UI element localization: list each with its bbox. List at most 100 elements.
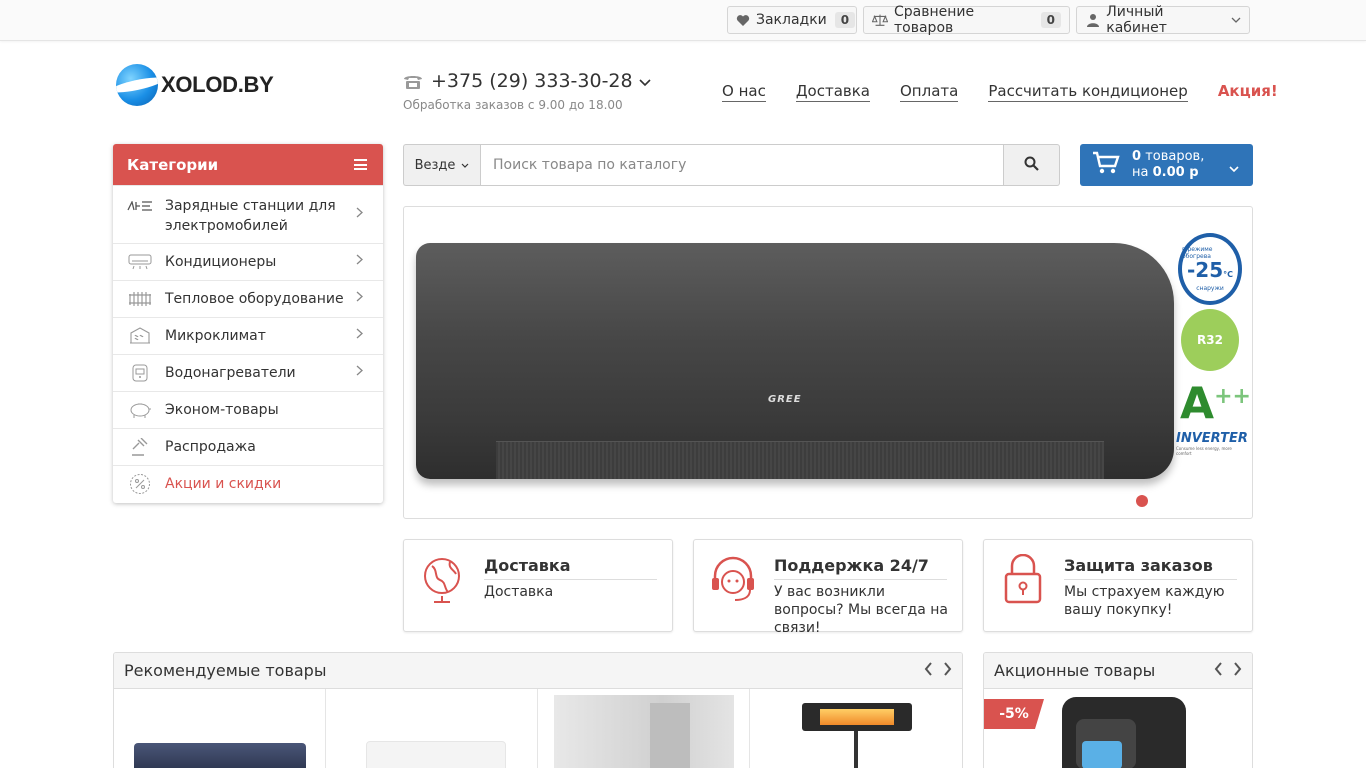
inverter-label: INVERTER bbox=[1176, 430, 1248, 446]
feature-delivery: Доставка Доставка bbox=[403, 539, 673, 632]
balance-scale-icon bbox=[872, 13, 888, 27]
carousel-arrows bbox=[1214, 661, 1242, 680]
temperature-badge: в режиме обогрева -25°C снаружи bbox=[1178, 233, 1242, 305]
category-label: Водонагреватели bbox=[165, 365, 296, 381]
categories-title: Категории bbox=[127, 155, 219, 174]
category-label: Кондиционеры bbox=[165, 254, 277, 270]
category-label: Тепловое оборудование bbox=[165, 291, 344, 307]
cart-summary: 0 товаров, на 0.00 р bbox=[1132, 149, 1204, 181]
ev-charger-icon bbox=[127, 197, 153, 215]
product-card[interactable] bbox=[114, 689, 326, 768]
feature-title: Поддержка 24/7 bbox=[774, 556, 947, 580]
category-air-conditioners[interactable]: Кондиционеры bbox=[113, 243, 383, 280]
chevron-left-icon[interactable] bbox=[1214, 661, 1223, 680]
chevron-right-icon bbox=[356, 254, 363, 269]
search-button[interactable] bbox=[1004, 144, 1060, 186]
refrigerant-badge: R32 bbox=[1181, 309, 1239, 371]
nav-payment[interactable]: Оплата bbox=[900, 82, 959, 102]
cart-count: 0 bbox=[1132, 149, 1142, 164]
phone-dropdown[interactable]: +375 (29) 333-30-28 bbox=[403, 70, 651, 92]
temperature-badge-bottom: снаружи bbox=[1196, 285, 1224, 292]
categories-panel: Категории Зарядные станции для электромо… bbox=[113, 144, 383, 503]
search-scope-dropdown[interactable]: Везде bbox=[403, 144, 480, 186]
product-card[interactable]: -5% bbox=[984, 689, 1252, 768]
radiator-icon bbox=[127, 290, 153, 308]
search-bar: Везде bbox=[403, 144, 1060, 186]
compare-label: Сравнение товаров bbox=[894, 4, 975, 36]
chevron-right-icon bbox=[356, 291, 363, 306]
product-image bbox=[554, 695, 734, 768]
category-label: Акции и скидки bbox=[165, 476, 282, 492]
air-conditioner-icon bbox=[127, 253, 153, 271]
nav-about[interactable]: О нас bbox=[722, 82, 766, 102]
product-image bbox=[134, 743, 306, 768]
category-label: Микроклимат bbox=[165, 328, 266, 344]
category-ev-chargers[interactable]: Зарядные станции для электромобилей bbox=[113, 185, 383, 243]
air-conditioner-image: GREE bbox=[416, 243, 1174, 479]
chevron-down-icon bbox=[639, 70, 651, 92]
chevron-right-icon bbox=[356, 328, 363, 343]
product-card[interactable] bbox=[750, 689, 962, 768]
chevron-down-icon bbox=[1231, 12, 1241, 28]
humidifier-icon bbox=[127, 327, 153, 345]
feature-support: Поддержка 24/7 У вас возникли вопросы? М… bbox=[693, 539, 963, 636]
product-image bbox=[1062, 697, 1186, 768]
chevron-down-icon bbox=[461, 158, 469, 173]
section-header: Акционные товары bbox=[984, 653, 1252, 689]
ac-vent bbox=[496, 441, 1104, 479]
feature-title: Защита заказов bbox=[1064, 556, 1237, 580]
slider-dot-active[interactable] bbox=[1136, 495, 1148, 507]
bookmarks-button[interactable]: Закладки 0 bbox=[727, 6, 857, 34]
account-button[interactable]: Личный кабинет bbox=[1076, 4, 1250, 36]
category-promotions[interactable]: Акции и скидки bbox=[113, 465, 383, 502]
category-heating[interactable]: Тепловое оборудование bbox=[113, 280, 383, 317]
feature-desc: Доставка bbox=[484, 584, 554, 600]
categories-header[interactable]: Категории bbox=[113, 144, 383, 185]
product-image bbox=[802, 703, 912, 731]
product-image bbox=[366, 741, 506, 768]
bookmarks-label: Закладки bbox=[756, 12, 827, 28]
chevron-down-icon bbox=[1229, 158, 1239, 177]
search-input[interactable] bbox=[480, 144, 1004, 186]
category-water-heaters[interactable]: Водонагреватели bbox=[113, 354, 383, 391]
cart-count-suffix: товаров, bbox=[1145, 149, 1205, 164]
gavel-icon bbox=[127, 438, 153, 456]
energy-class-plus: ++ bbox=[1214, 384, 1251, 409]
category-microclimate[interactable]: Микроклимат bbox=[113, 317, 383, 354]
section-title: Акционные товары bbox=[994, 661, 1156, 680]
chevron-left-icon[interactable] bbox=[924, 661, 933, 680]
user-icon bbox=[1085, 13, 1100, 27]
chevron-right-icon[interactable] bbox=[1233, 661, 1242, 680]
energy-class-badge: A++ bbox=[1180, 373, 1251, 429]
category-list: Зарядные станции для электромобилей Конд… bbox=[113, 185, 383, 502]
section-header: Рекомендуемые товары bbox=[114, 653, 962, 689]
carousel-arrows bbox=[924, 661, 952, 680]
cart-button[interactable]: 0 товаров, на 0.00 р bbox=[1080, 144, 1253, 186]
compare-button[interactable]: Сравнение товаров 0 bbox=[863, 4, 1070, 36]
feature-title: Доставка bbox=[484, 556, 657, 580]
nav-calculate-ac[interactable]: Рассчитать кондиционер bbox=[988, 82, 1188, 102]
category-label: Зарядные станции для электромобилей bbox=[165, 198, 336, 234]
category-sale[interactable]: Распродажа bbox=[113, 428, 383, 465]
site-logo[interactable]: XOLOD.BY bbox=[116, 64, 274, 106]
account-label: Личный кабинет bbox=[1106, 4, 1167, 36]
bookmarks-count: 0 bbox=[834, 12, 856, 28]
section-title: Рекомендуемые товары bbox=[124, 661, 327, 680]
main-nav: О нас Доставка Оплата Рассчитать кондици… bbox=[722, 82, 1278, 102]
nav-promo[interactable]: Акция! bbox=[1218, 82, 1278, 102]
feature-desc: Мы страхуем каждую вашу покупку! bbox=[1064, 584, 1225, 618]
search-icon bbox=[1024, 156, 1039, 175]
category-label: Эконом-товары bbox=[165, 402, 279, 418]
ac-brand-logo: GREE bbox=[768, 394, 802, 405]
top-bar: Закладки 0 Сравнение товаров 0 Личный ка… bbox=[0, 0, 1366, 41]
lock-icon bbox=[1000, 553, 1046, 604]
logo-globe-icon bbox=[116, 64, 158, 106]
product-card[interactable] bbox=[326, 689, 538, 768]
hero-banner[interactable]: GREE в режиме обогрева -25°C снаружи R32… bbox=[403, 206, 1253, 519]
product-card[interactable] bbox=[538, 689, 750, 768]
logo-text: XOLOD.BY bbox=[161, 72, 274, 97]
category-economy[interactable]: Эконом-товары bbox=[113, 391, 383, 428]
chevron-right-icon[interactable] bbox=[943, 661, 952, 680]
chevron-right-icon bbox=[356, 207, 363, 222]
nav-delivery[interactable]: Доставка bbox=[795, 82, 870, 102]
